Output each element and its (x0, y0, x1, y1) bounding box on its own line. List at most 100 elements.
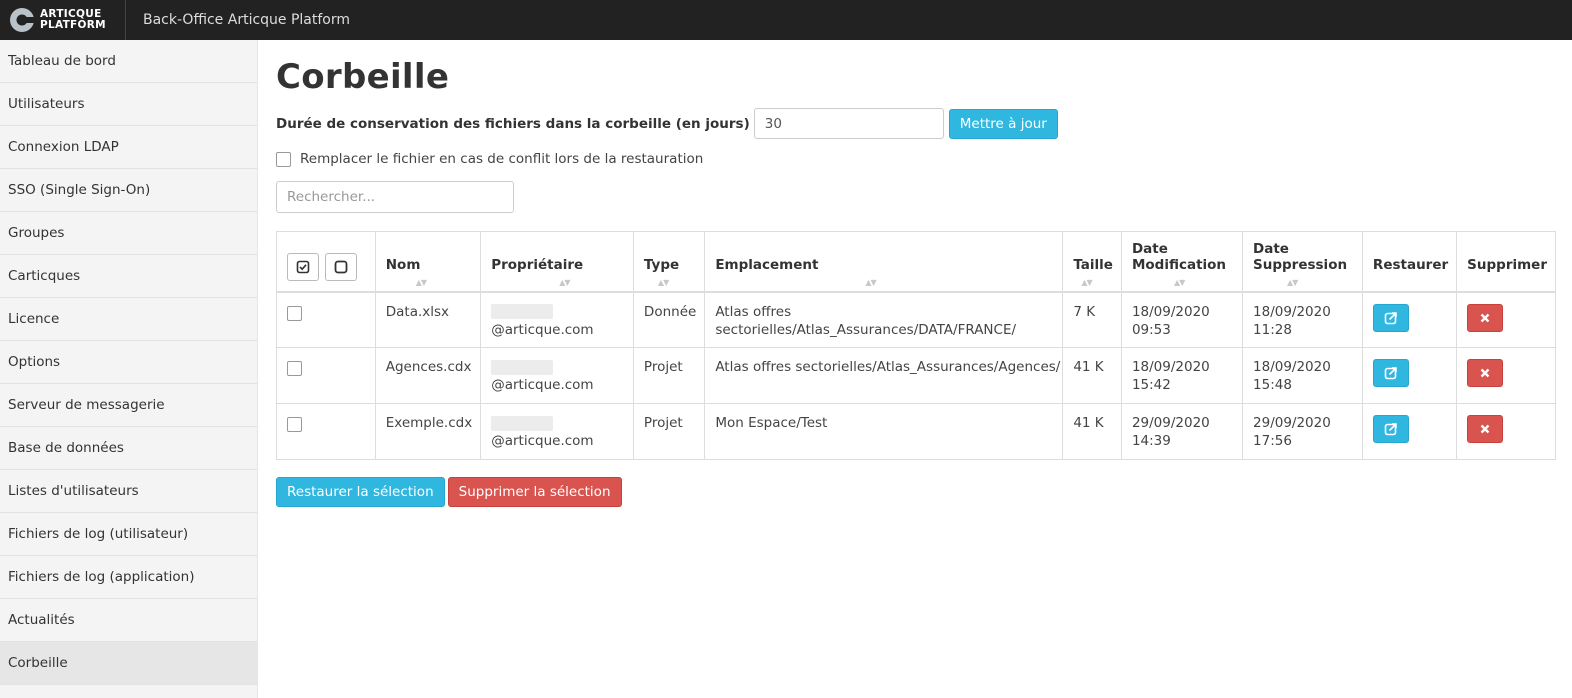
header-type-label: Type (643, 256, 680, 273)
restore-button[interactable] (1372, 359, 1409, 387)
cell-delete (1456, 403, 1556, 460)
cell-owner: @articque.com (480, 403, 634, 460)
selection-header (276, 231, 376, 293)
update-button[interactable]: Mettre à jour (948, 108, 1058, 139)
header-owner[interactable]: Propriétaire ▲▼ (480, 231, 634, 293)
cell-type: Donnée (632, 291, 706, 348)
deleted-time: 11:28 (1253, 321, 1292, 338)
header-restore: Restaurer (1361, 231, 1458, 293)
delete-button[interactable] (1467, 415, 1504, 443)
row-select-cell (276, 403, 376, 460)
logo-line-2: PLATFORM (40, 19, 106, 31)
header-modified-line1: Date (1131, 240, 1168, 257)
logo-text: ARTICQUE PLATFORM (40, 9, 106, 31)
header-delete: Supprimer (1456, 231, 1556, 293)
row-checkbox[interactable] (287, 361, 302, 376)
cell-deleted: 18/09/2020 11:28 (1242, 291, 1363, 348)
cell-type: Projet (632, 347, 706, 404)
brand-logo[interactable]: ARTICQUE PLATFORM (0, 0, 126, 40)
sidebar-item-ldap[interactable]: Connexion LDAP (0, 126, 257, 169)
cell-name: Agences.cdx (374, 347, 482, 404)
header-size-label: Taille (1073, 256, 1113, 273)
sort-icon: ▲▼ (559, 277, 570, 287)
modified-time: 14:39 (1131, 433, 1171, 449)
replace-on-conflict-label[interactable]: Remplacer le fichier en cas de conflit l… (300, 151, 703, 167)
sort-icon: ▲▼ (415, 277, 427, 287)
header-size[interactable]: Taille ▲▼ (1062, 231, 1122, 293)
redacted-owner (491, 359, 554, 375)
sidebar-item-news[interactable]: Actualités (0, 599, 257, 642)
sidebar-item-groups[interactable]: Groupes (0, 212, 257, 255)
close-icon (1480, 368, 1490, 378)
sidebar-item-dashboard[interactable]: Tableau de bord (0, 40, 257, 83)
delete-button[interactable] (1467, 303, 1504, 332)
app-title[interactable]: Back-Office Articque Platform (143, 12, 350, 28)
retention-days-input[interactable] (753, 108, 944, 139)
main-content: Corbeille Durée de conservation des fich… (258, 40, 1572, 698)
sidebar-item-mail-server[interactable]: Serveur de messagerie (0, 384, 257, 427)
restore-selection-button[interactable]: Restaurer la sélection (276, 477, 445, 507)
close-icon (1480, 424, 1490, 434)
sidebar-item-app-logs[interactable]: Fichiers de log (application) (0, 556, 257, 599)
trash-table: Nom ▲▼ Propriétaire ▲▼ Type ▲▼ Emplacement ▲… (276, 231, 1556, 460)
empty-square-icon (334, 260, 348, 273)
sidebar-item-database[interactable]: Base de données (0, 427, 257, 470)
redacted-owner (491, 304, 554, 319)
row-select-cell (276, 347, 376, 404)
restore-button[interactable] (1372, 415, 1409, 443)
sidebar-item-sso[interactable]: SSO (Single Sign-On) (0, 169, 257, 212)
restore-icon (1384, 311, 1397, 324)
delete-button[interactable] (1467, 359, 1504, 387)
restore-icon (1384, 367, 1397, 380)
row-checkbox[interactable] (287, 305, 302, 321)
header-type[interactable]: Type ▲▼ (632, 231, 706, 293)
table-header-row: Nom ▲▼ Propriétaire ▲▼ Type ▲▼ Emplacement ▲… (276, 231, 1556, 293)
header-name[interactable]: Nom ▲▼ (374, 231, 482, 293)
close-icon (1480, 313, 1490, 322)
deleted-date: 29/09/2020 (1253, 415, 1331, 431)
header-modified-line2: Modification (1131, 256, 1227, 273)
header-modified[interactable]: Date Modification ▲▼ (1120, 231, 1244, 293)
cell-delete (1456, 347, 1556, 404)
select-all-button[interactable] (287, 252, 319, 281)
sidebar-item-user-logs[interactable]: Fichiers de log (utilisateur) (0, 513, 257, 556)
articque-logo-icon (10, 8, 34, 32)
sidebar-item-user-lists[interactable]: Listes d'utilisateurs (0, 470, 257, 513)
cell-owner: @articque.com (480, 347, 634, 404)
cell-modified: 18/09/2020 15:42 (1120, 347, 1244, 404)
header-deleted-line2: Suppression (1253, 256, 1348, 273)
owner-domain: @articque.com (491, 321, 594, 338)
replace-on-conflict-checkbox[interactable] (276, 151, 291, 167)
modified-time: 09:53 (1131, 321, 1171, 338)
header-location[interactable]: Emplacement ▲▼ (704, 231, 1064, 293)
row-select-cell (276, 291, 376, 348)
owner-domain: @articque.com (491, 377, 594, 393)
deleted-date: 18/09/2020 (1253, 359, 1331, 375)
cell-restore (1361, 403, 1458, 460)
sidebar-item-users[interactable]: Utilisateurs (0, 83, 257, 126)
retention-label: Durée de conservation des fichiers dans … (276, 115, 750, 132)
delete-selection-button[interactable]: Supprimer la sélection (447, 477, 622, 507)
sidebar-item-license[interactable]: Licence (0, 298, 257, 341)
header-deleted[interactable]: Date Suppression ▲▼ (1242, 231, 1363, 293)
cell-deleted: 18/09/2020 15:48 (1242, 347, 1363, 404)
sidebar-item-trash[interactable]: Corbeille (0, 642, 257, 685)
search-input[interactable] (276, 181, 514, 213)
row-checkbox[interactable] (287, 417, 302, 432)
cell-modified: 18/09/2020 09:53 (1120, 291, 1244, 348)
sort-icon: ▲▼ (657, 277, 669, 287)
cell-location: Mon Espace/Test (704, 403, 1064, 460)
deselect-all-button[interactable] (325, 252, 357, 281)
check-square-icon (296, 260, 310, 273)
page-title: Corbeille (276, 57, 450, 97)
sidebar-item-options[interactable]: Options (0, 341, 257, 384)
modified-date: 18/09/2020 (1131, 359, 1210, 375)
restore-button[interactable] (1372, 303, 1409, 332)
sidebar-item-carticques[interactable]: Carticques (0, 255, 257, 298)
deleted-time: 15:48 (1253, 377, 1292, 393)
table-row: Data.xlsx @articque.com Donnée Atlas off… (276, 291, 1556, 348)
cell-delete (1456, 291, 1556, 348)
cell-owner: @articque.com (480, 291, 634, 348)
header-owner-label: Propriétaire (491, 256, 584, 273)
modified-date: 18/09/2020 (1131, 303, 1210, 320)
